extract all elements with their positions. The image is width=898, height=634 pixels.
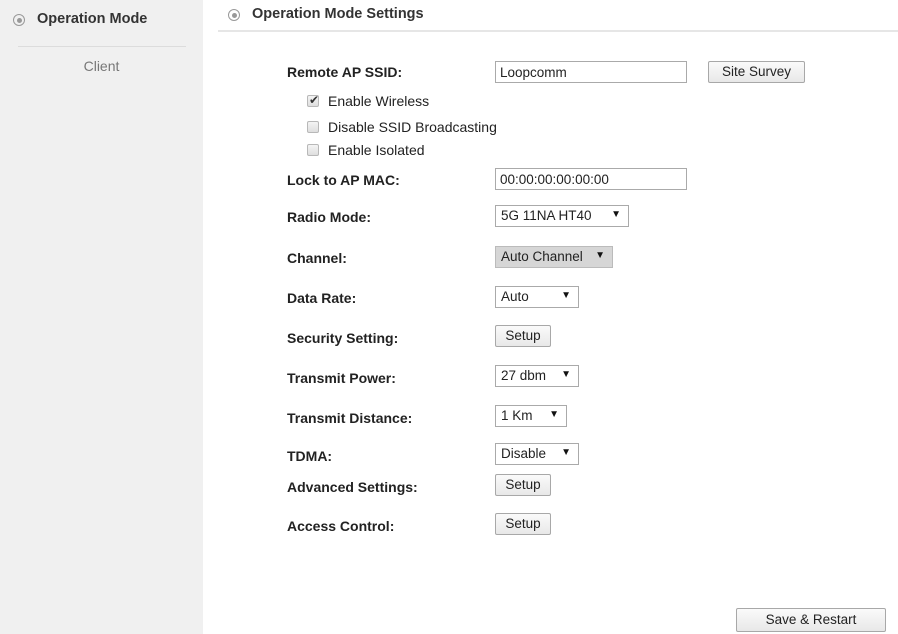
access-control-setup-button[interactable]: Setup [495,513,551,535]
sidebar-divider [18,46,186,47]
transmit-distance-value: 1 Km [501,408,533,423]
radio-mode-label: Radio Mode: [287,209,371,225]
transmit-power-label: Transmit Power: [287,370,396,386]
section-header: Operation Mode Settings [218,0,898,32]
lock-mac-input[interactable] [495,168,687,190]
save-restart-button[interactable]: Save & Restart [736,608,886,632]
advanced-setup-button[interactable]: Setup [495,474,551,496]
advanced-settings-label: Advanced Settings: [287,479,418,495]
sidebar: Operation Mode Client [0,0,203,634]
radio-mode-select[interactable]: 5G 11NA HT40 ▼ [495,205,629,227]
enable-wireless-checkbox[interactable]: ✔ [307,93,320,107]
tdma-label: TDMA: [287,448,333,464]
triangle-down-icon: ▼ [595,250,605,261]
triangle-down-icon: ▼ [561,369,571,380]
disable-ssid-broadcast-label: Disable SSID Broadcasting [328,119,497,135]
remote-ssid-label: Remote AP SSID: [287,64,403,80]
triangle-down-icon: ▼ [561,447,571,458]
tdma-select[interactable]: Disable ▼ [495,443,579,465]
radio-ring-icon [228,9,240,21]
site-survey-button[interactable]: Site Survey [708,61,805,83]
disable-ssid-broadcast-checkbox[interactable] [307,121,319,133]
page-title: Operation Mode Settings [252,6,424,22]
remote-ssid-input[interactable] [495,61,687,83]
sidebar-title: Operation Mode [37,11,148,27]
sidebar-item-client[interactable]: Client [0,58,203,80]
triangle-down-icon: ▼ [561,290,571,301]
lock-mac-label: Lock to AP MAC: [287,172,400,188]
security-setting-label: Security Setting: [287,330,399,346]
sidebar-header: Operation Mode [0,0,203,40]
access-control-label: Access Control: [287,518,395,534]
tdma-value: Disable [501,446,547,461]
enable-isolated-label: Enable Isolated [328,142,425,158]
channel-label: Channel: [287,250,347,266]
security-setup-button[interactable]: Setup [495,325,551,347]
transmit-distance-select[interactable]: 1 Km ▼ [495,405,567,427]
transmit-power-select[interactable]: 27 dbm ▼ [495,365,579,387]
checkmark-icon: ✔ [309,93,320,107]
data-rate-value: Auto [501,289,529,304]
transmit-power-value: 27 dbm [501,368,547,383]
channel-value: Auto Channel [501,249,583,264]
enable-isolated-checkbox[interactable] [307,144,319,156]
triangle-down-icon: ▼ [611,209,621,220]
data-rate-label: Data Rate: [287,290,357,306]
transmit-distance-label: Transmit Distance: [287,410,413,426]
radio-ring-icon [13,14,25,26]
enable-wireless-label: Enable Wireless [328,93,430,109]
triangle-down-icon: ▼ [549,409,559,420]
data-rate-select[interactable]: Auto ▼ [495,286,579,308]
radio-mode-value: 5G 11NA HT40 [501,208,592,223]
channel-select[interactable]: Auto Channel ▼ [495,246,613,268]
